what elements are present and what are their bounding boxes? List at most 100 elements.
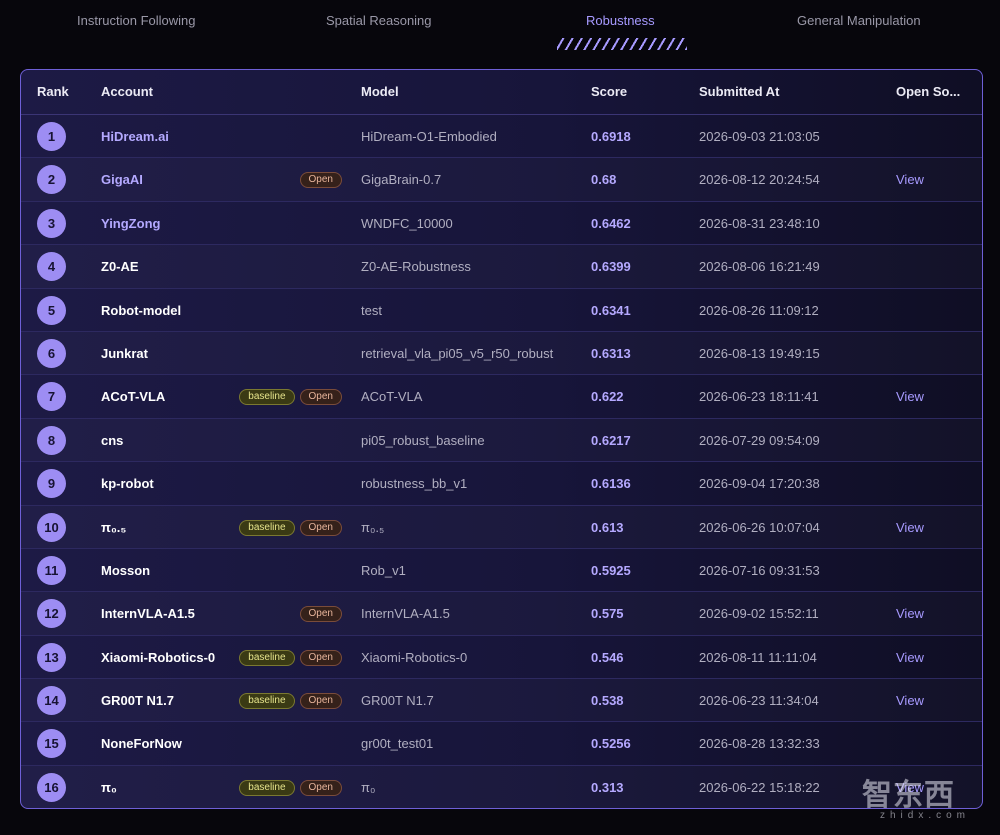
header-rank[interactable]: Rank — [37, 84, 69, 99]
table-body: 1 HiDream.ai HiDream-O1-Embodied 0.6918 2026… — [21, 115, 982, 808]
account-name: ACoT-VLA — [101, 389, 166, 405]
account-name: NoneForNow — [101, 736, 182, 752]
account-name: π₀ — [101, 779, 117, 795]
rank-badge: 8 — [37, 425, 66, 455]
score-value: 0.6462 — [591, 215, 631, 231]
table-row: 7 ACoT-VLA baseline Open ACoT-VLA 0.622 2026-0… — [21, 375, 982, 419]
table-header: Rank Account Model Score Submitted At Op… — [21, 70, 982, 115]
score-value: 0.68 — [591, 172, 617, 188]
account-name[interactable]: YingZong — [101, 216, 160, 231]
score-value: 0.313 — [591, 779, 624, 795]
badge-group: baseline Open — [239, 779, 342, 796]
account-name: Junkrat — [101, 345, 148, 361]
table-row: 9 kp-robot robustness_bb_v1 0.6136 2026-09-0… — [21, 462, 982, 506]
table-row: 11 Mosson Rob_v1 0.5925 2026-07-16 09:31:53 — [21, 549, 982, 593]
view-link[interactable]: View — [896, 650, 924, 665]
submitted-at: 2026-08-06 16:21:49 — [699, 259, 820, 275]
rank-badge: 4 — [37, 252, 66, 282]
view-link[interactable]: View — [896, 172, 924, 187]
tab-robustness[interactable]: Robustness — [586, 13, 655, 28]
submitted-at: 2026-06-22 15:18:22 — [699, 779, 820, 795]
score-value: 0.6399 — [591, 259, 631, 275]
table-row: 10 π₀.₅ baseline Open π₀.₅ 0.613 2026-06-26 10… — [21, 506, 982, 549]
view-link[interactable]: View — [896, 520, 924, 535]
table-row: 5 Robot-model test 0.6341 2026-08-26 11:09:1… — [21, 289, 982, 332]
rank-badge: 7 — [37, 382, 66, 412]
account-name: Xiaomi-Robotics-0 — [101, 649, 216, 665]
table-row: 8 cns pi05_robust_baseline 0.6217 2026-07-29… — [21, 419, 982, 463]
tab-spatial-reasoning[interactable]: Spatial Reasoning — [326, 13, 432, 28]
table-row: 12 InternVLA-A1.5 Open InternVLA-A1.5 0.575 2… — [21, 592, 982, 636]
open-badge: Open — [299, 519, 342, 536]
score-value: 0.5925 — [591, 562, 631, 578]
table-row: 4 Z0-AE Z0-AE-Robustness 0.6399 2026-08-06 1… — [21, 245, 982, 289]
account-name: InternVLA-A1.5 — [101, 606, 195, 622]
badge-group: baseline Open — [239, 389, 342, 406]
submitted-at: 2026-08-31 23:48:10 — [699, 215, 820, 231]
model-name: pi05_robust_baseline — [361, 432, 485, 448]
score-value: 0.5256 — [591, 736, 631, 752]
header-account[interactable]: Account — [101, 84, 153, 99]
account-name: Robot-model — [101, 302, 182, 318]
open-badge: Open — [299, 389, 342, 406]
score-value: 0.546 — [591, 649, 624, 665]
baseline-badge: baseline — [239, 519, 295, 536]
rank-badge: 13 — [37, 642, 66, 672]
submitted-at: 2026-07-29 09:54:09 — [699, 432, 820, 448]
open-badge: Open — [299, 779, 342, 796]
submitted-at: 2026-06-26 10:07:04 — [699, 519, 820, 535]
view-link[interactable]: View — [896, 389, 924, 404]
header-submitted-at[interactable]: Submitted At — [699, 84, 779, 99]
score-value: 0.6341 — [591, 302, 631, 318]
submitted-at: 2026-07-16 09:31:53 — [699, 562, 820, 578]
model-name: π₀.₅ — [361, 519, 385, 535]
score-value: 0.6217 — [591, 432, 631, 448]
open-badge: Open — [299, 649, 342, 666]
submitted-at: 2026-08-13 19:49:15 — [699, 345, 820, 361]
watermark-subtext: zhidx.com — [880, 810, 971, 821]
account-name: Z0-AE — [101, 259, 139, 275]
tab-instruction-following[interactable]: Instruction Following — [77, 13, 196, 28]
table-row: 13 Xiaomi-Robotics-0 baseline Open Xiaomi-Ro… — [21, 636, 982, 680]
table-row: 1 HiDream.ai HiDream-O1-Embodied 0.6918 2026… — [21, 115, 982, 159]
watermark-text: 智东西 — [862, 779, 955, 812]
model-name: GigaBrain-0.7 — [361, 172, 442, 188]
score-value: 0.575 — [591, 606, 624, 622]
rank-badge: 6 — [37, 338, 66, 368]
rank-badge: 14 — [37, 686, 66, 716]
header-model[interactable]: Model — [361, 84, 399, 99]
model-name: robustness_bb_v1 — [361, 476, 468, 492]
header-open-source[interactable]: Open So... — [896, 84, 960, 99]
account-name[interactable]: HiDream.ai — [101, 129, 169, 144]
account-name: kp-robot — [101, 476, 154, 492]
model-name: ACoT-VLA — [361, 389, 423, 405]
model-name: GR00T N1.7 — [361, 693, 434, 709]
baseline-badge: baseline — [239, 693, 295, 710]
account-name: GR00T N1.7 — [101, 693, 174, 709]
rank-badge: 11 — [37, 555, 66, 585]
rank-badge: 1 — [37, 122, 66, 151]
submitted-at: 2026-06-23 18:11:41 — [699, 389, 819, 405]
badge-group: Open — [299, 606, 342, 623]
submitted-at: 2026-09-03 21:03:05 — [699, 129, 820, 144]
active-tab-indicator — [557, 38, 687, 50]
header-score[interactable]: Score — [591, 84, 627, 99]
account-name[interactable]: GigaAI — [101, 172, 143, 187]
table-row: 3 YingZong WNDFC_10000 0.6462 2026-08-31 23:… — [21, 202, 982, 246]
view-link[interactable]: View — [896, 693, 924, 708]
account-name: Mosson — [101, 562, 151, 578]
account-name: π₀.₅ — [101, 519, 127, 535]
rank-badge: 3 — [37, 208, 66, 238]
leaderboard-table: Rank Account Model Score Submitted At Op… — [20, 69, 983, 809]
model-name: InternVLA-A1.5 — [361, 606, 450, 622]
submitted-at: 2026-09-04 17:20:38 — [699, 476, 820, 492]
view-link[interactable]: View — [896, 606, 924, 621]
model-name: HiDream-O1-Embodied — [361, 129, 497, 144]
model-name: test — [361, 302, 382, 318]
model-name: Xiaomi-Robotics-0 — [361, 649, 468, 665]
submitted-at: 2026-08-12 20:24:54 — [699, 172, 820, 188]
open-badge: Open — [299, 172, 342, 189]
baseline-badge: baseline — [239, 779, 295, 796]
badge-group: Open — [299, 172, 342, 189]
tab-general-manipulation[interactable]: General Manipulation — [797, 13, 921, 28]
